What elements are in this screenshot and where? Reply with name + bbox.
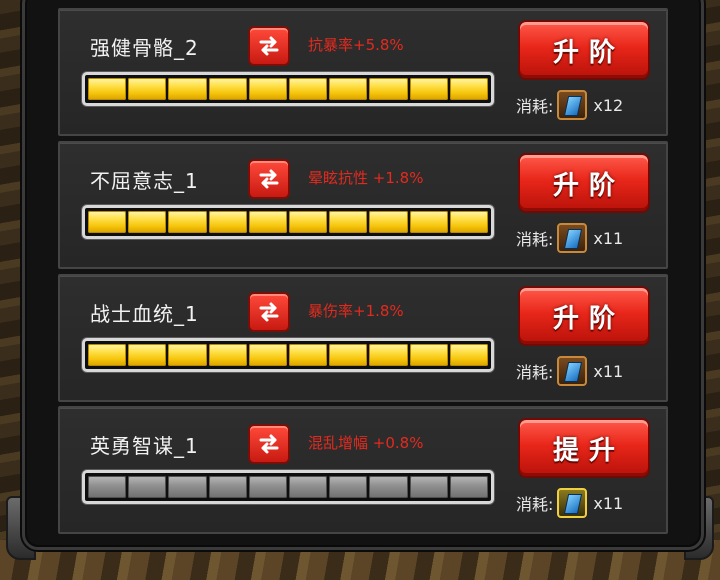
- progress-segment: [409, 211, 448, 233]
- progress-segment: [208, 78, 247, 100]
- progress-segment: [329, 344, 368, 366]
- progress-segment: [409, 78, 448, 100]
- enhance-button[interactable]: 提升: [518, 418, 650, 478]
- skill-card: 强健骨骼_2 抗暴率+5.8% 升阶 消耗: x12: [58, 8, 668, 136]
- cost-label: 消耗:: [516, 230, 554, 249]
- progress-segment: [248, 344, 288, 366]
- upgrade-button[interactable]: 升阶: [518, 286, 650, 346]
- swap-button[interactable]: [248, 26, 290, 66]
- skill-effect: 晕眩抗性 +1.8%: [308, 169, 424, 187]
- skill-name: 英勇智谋_1: [90, 434, 199, 458]
- skill-card: 战士血统_1 暴伤率+1.8% 升阶 消耗: x11: [58, 274, 668, 402]
- swap-arrows-icon: [259, 169, 279, 189]
- cost-row: 消耗: x11: [516, 486, 656, 520]
- progress-segment: [289, 78, 328, 100]
- progress-segment: [289, 211, 328, 233]
- cost-row: 消耗: x11: [516, 221, 656, 255]
- cost-count: x11: [593, 493, 624, 513]
- progress-segment: [168, 476, 207, 498]
- skill-effect: 暴伤率+1.8%: [308, 302, 404, 320]
- progress-segment: [409, 344, 448, 366]
- progress-segment: [449, 344, 489, 366]
- skill-book-icon: [557, 488, 588, 518]
- cost-count: x12: [593, 95, 624, 115]
- skill-book-icon: [557, 356, 588, 386]
- skill-card: 英勇智谋_1 混乱增幅 +0.8% 提升 消耗: x11: [58, 406, 668, 534]
- progress-segment: [128, 476, 167, 498]
- progress-segment: [369, 211, 408, 233]
- progress-segment: [248, 211, 288, 233]
- progress-segment: [208, 476, 247, 498]
- progress-segment: [449, 78, 489, 100]
- skill-card: 不屈意志_1 晕眩抗性 +1.8% 升阶 消耗: x11: [58, 141, 668, 269]
- skill-book-icon: [557, 223, 588, 253]
- progress-segment: [128, 211, 167, 233]
- cost-label: 消耗:: [516, 97, 554, 116]
- progress-segment: [168, 78, 207, 100]
- skill-name: 战士血统_1: [90, 302, 199, 326]
- cost-label: 消耗:: [516, 363, 554, 382]
- progress-segment: [168, 211, 207, 233]
- upgrade-button[interactable]: 升阶: [518, 153, 650, 213]
- progress-segment: [329, 78, 368, 100]
- progress-segment: [449, 211, 489, 233]
- progress-segment: [329, 476, 368, 498]
- progress-bar: [82, 338, 494, 372]
- swap-arrows-icon: [259, 36, 279, 56]
- swap-arrows-icon: [259, 302, 279, 322]
- cost-label: 消耗:: [516, 495, 554, 514]
- progress-segment: [88, 476, 127, 498]
- progress-segment: [128, 344, 167, 366]
- skill-effect: 抗暴率+5.8%: [308, 36, 404, 54]
- progress-segment: [248, 476, 288, 498]
- progress-segment: [88, 78, 127, 100]
- cost-row: 消耗: x12: [516, 88, 656, 122]
- progress-segment: [289, 476, 328, 498]
- progress-segment: [369, 344, 408, 366]
- progress-segment: [248, 78, 288, 100]
- skill-book-icon: [557, 90, 588, 120]
- progress-segment: [88, 211, 127, 233]
- cost-count: x11: [593, 228, 624, 248]
- progress-segment: [289, 344, 328, 366]
- progress-segment: [168, 344, 207, 366]
- skill-name: 强健骨骼_2: [90, 36, 199, 60]
- progress-segment: [208, 344, 247, 366]
- progress-segment: [449, 476, 489, 498]
- progress-segment: [409, 476, 448, 498]
- progress-bar: [82, 72, 494, 106]
- swap-button[interactable]: [248, 159, 290, 199]
- progress-bar: [82, 470, 494, 504]
- progress-segment: [329, 211, 368, 233]
- skill-effect: 混乱增幅 +0.8%: [308, 434, 424, 452]
- cost-count: x11: [593, 361, 624, 381]
- progress-segment: [128, 78, 167, 100]
- swap-button[interactable]: [248, 424, 290, 464]
- cost-row: 消耗: x11: [516, 354, 656, 388]
- progress-bar: [82, 205, 494, 239]
- progress-segment: [88, 344, 127, 366]
- progress-segment: [208, 211, 247, 233]
- swap-button[interactable]: [248, 292, 290, 332]
- upgrade-button[interactable]: 升阶: [518, 20, 650, 80]
- swap-arrows-icon: [259, 434, 279, 454]
- progress-segment: [369, 476, 408, 498]
- progress-segment: [369, 78, 408, 100]
- skill-name: 不屈意志_1: [90, 169, 199, 193]
